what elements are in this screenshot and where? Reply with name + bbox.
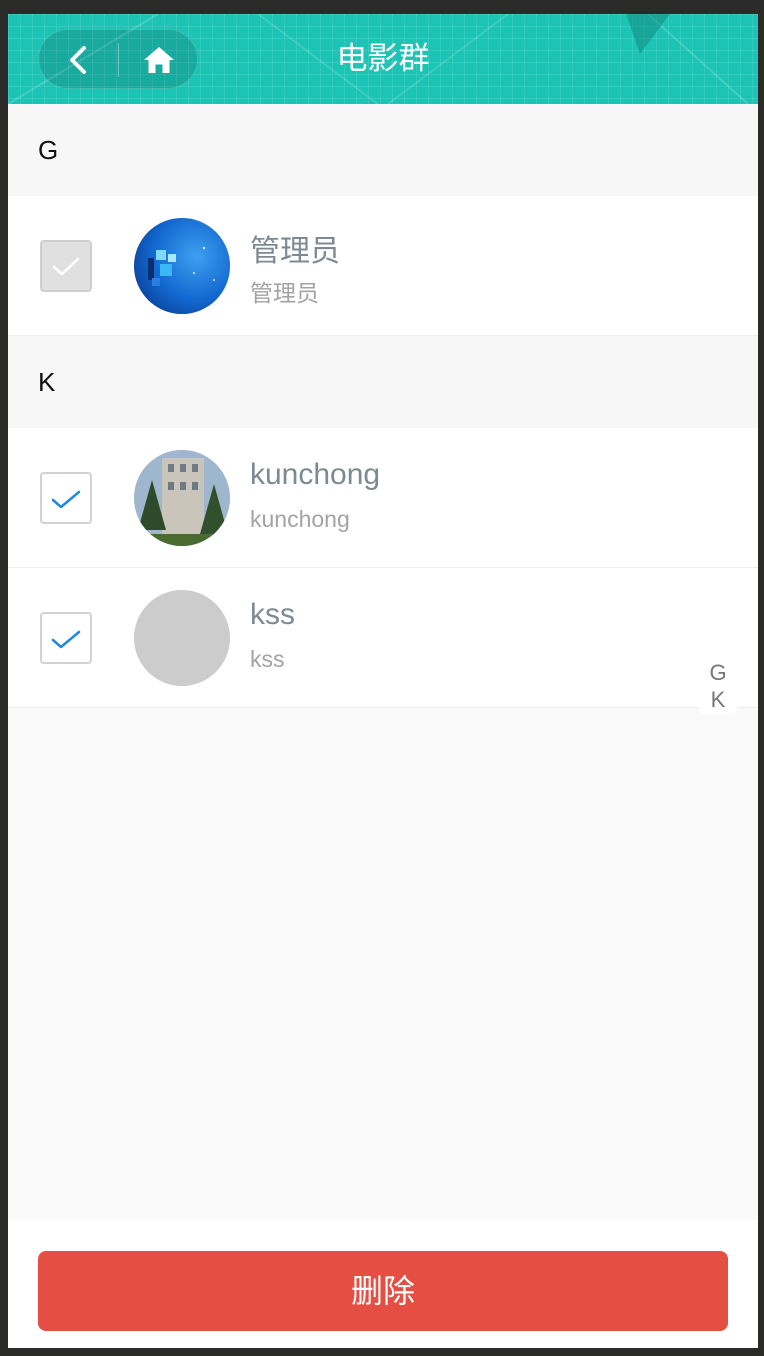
member-subtitle: kss xyxy=(250,646,285,672)
member-checkbox[interactable] xyxy=(40,612,92,664)
check-icon xyxy=(51,630,81,649)
avatar xyxy=(134,218,230,314)
check-icon xyxy=(51,490,81,509)
member-checkbox[interactable] xyxy=(40,472,92,524)
placeholder-avatar xyxy=(134,590,230,686)
section-header-k: K xyxy=(8,336,758,428)
member-subtitle: kunchong xyxy=(250,506,350,532)
member-row[interactable]: 管理员 管理员 xyxy=(8,196,758,336)
check-icon xyxy=(52,257,80,276)
delete-button[interactable]: 删除 xyxy=(38,1251,728,1331)
member-name: kss xyxy=(250,598,295,631)
section-header-g: G xyxy=(8,104,758,196)
member-row[interactable]: kss kss xyxy=(8,568,758,708)
footer: 删除 xyxy=(8,1220,758,1348)
member-checkbox xyxy=(40,240,92,292)
alphabet-index: G K xyxy=(698,657,738,714)
blue-abstract-avatar xyxy=(134,218,230,314)
header-bar: 电影群 xyxy=(8,14,758,104)
index-letter-g[interactable]: G xyxy=(709,659,726,686)
avatar xyxy=(134,450,230,546)
building-photo-avatar xyxy=(134,450,230,546)
index-letter-k[interactable]: K xyxy=(711,686,726,713)
page-title: 电影群 xyxy=(336,41,430,76)
member-row[interactable]: kunchong kunchong xyxy=(8,428,758,568)
screen: 电影群 G 管理员 管理员 K kunchong kunchong kss ks… xyxy=(8,14,758,1348)
member-name: 管理员 xyxy=(250,235,340,268)
member-subtitle: 管理员 xyxy=(250,280,319,306)
member-name: kunchong xyxy=(250,458,381,491)
